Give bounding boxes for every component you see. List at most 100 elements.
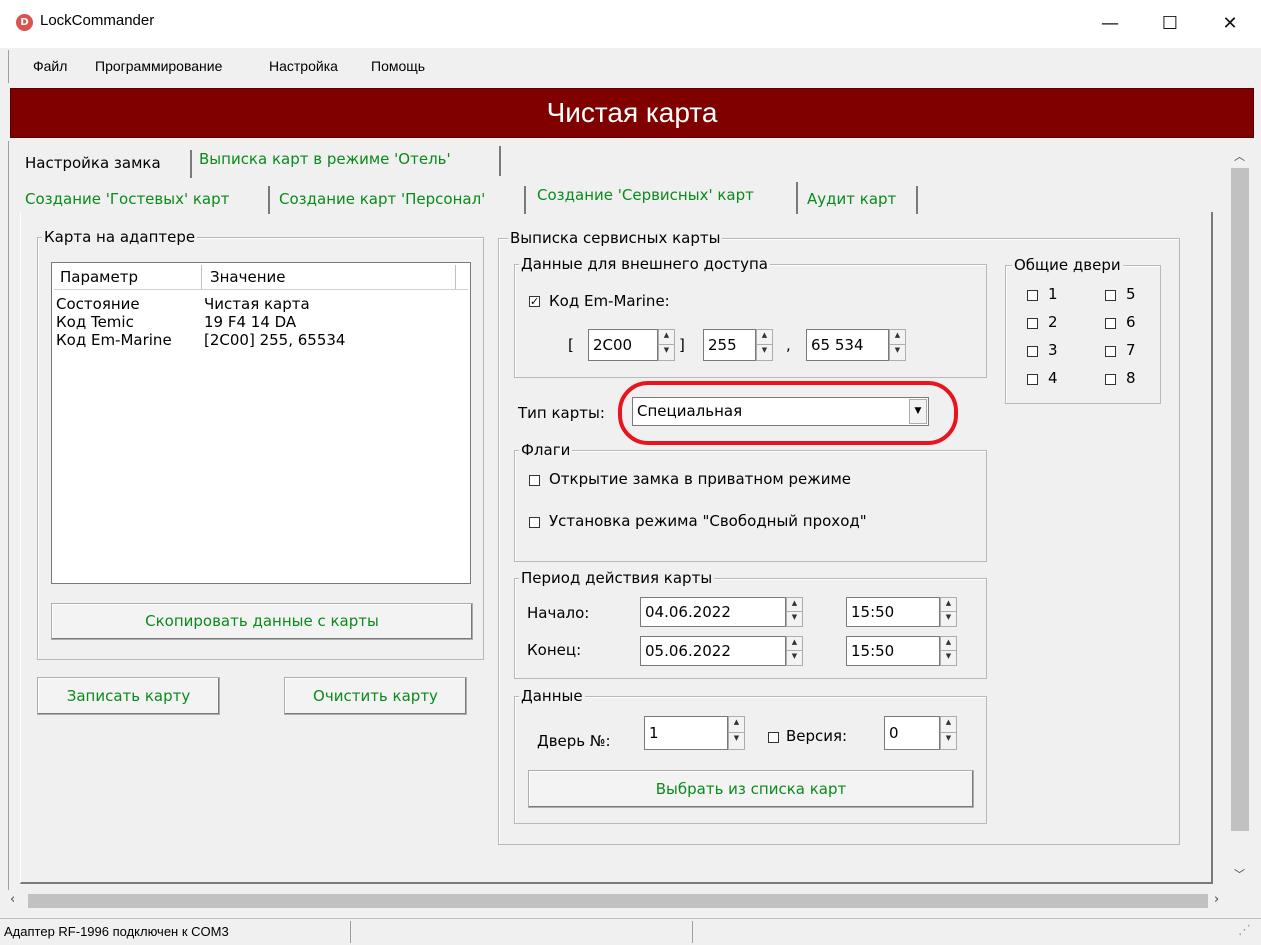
door-7-label: 7 (1126, 341, 1136, 359)
status-text: Адаптер RF-1996 подключен к COM3 (2, 921, 351, 943)
end-label: Конец: (527, 641, 582, 659)
list-item-value: 19 F4 14 DA (204, 313, 297, 331)
start-time-spinner[interactable]: ▲ ▼ (940, 597, 957, 627)
list-item: Код Temic (56, 313, 134, 331)
em-code-prefix-spinner[interactable]: ▲ ▼ (658, 329, 675, 361)
list-header: Параметр Значение (54, 265, 468, 290)
flags-group (514, 450, 987, 562)
copy-card-data-button[interactable]: Скопировать данные с карты (51, 603, 473, 640)
version-checkbox[interactable] (768, 732, 779, 743)
menu-settings[interactable]: Настройка (269, 58, 338, 74)
door-1-label: 1 (1048, 285, 1058, 303)
door-number-label: Дверь №: (537, 732, 611, 750)
select-from-card-list-button[interactable]: Выбрать из списка карт (528, 770, 974, 808)
door-5-label: 5 (1126, 285, 1136, 303)
list-item-value: [2C00] 255, 65534 (204, 331, 346, 349)
version-spinner[interactable]: ▲ ▼ (940, 716, 957, 750)
column-header-value[interactable]: Значение (204, 265, 456, 289)
door-3-checkbox[interactable] (1027, 346, 1038, 357)
tab-card-audit[interactable]: Аудит карт (802, 186, 918, 214)
status-banner: Чистая карта (10, 88, 1254, 138)
em-code-number-spinner[interactable]: ▲ ▼ (889, 329, 906, 361)
list-item: Состояние (56, 295, 140, 313)
status-cell-2 (354, 921, 693, 943)
private-mode-checkbox[interactable] (529, 475, 540, 486)
scroll-up-icon[interactable]: ︿ (1234, 148, 1245, 164)
door-2-label: 2 (1048, 313, 1058, 331)
card-on-adapter-label: Карта на адаптере (42, 228, 198, 246)
start-time-field[interactable]: 15:50 (846, 597, 940, 627)
clear-card-button[interactable]: Очистить карту (284, 677, 467, 715)
close-bracket: ] (679, 336, 685, 354)
door-6-checkbox[interactable] (1105, 318, 1116, 329)
scroll-left-icon[interactable]: ‹ (10, 892, 15, 907)
flags-label: Флаги (519, 441, 573, 459)
data-label: Данные (519, 687, 585, 705)
maximize-button[interactable]: ☐ (1140, 0, 1200, 48)
close-button[interactable]: ✕ (1200, 0, 1260, 48)
door-4-label: 4 (1048, 369, 1058, 387)
door-2-checkbox[interactable] (1027, 318, 1038, 329)
minimize-button[interactable]: — (1080, 0, 1140, 48)
door-8-checkbox[interactable] (1105, 374, 1116, 385)
door-6-label: 6 (1126, 313, 1136, 331)
status-bar: Адаптер RF-1996 подключен к COM3 ⋰ (0, 918, 1261, 945)
horizontal-scrollbar[interactable]: ‹ › (8, 890, 1228, 912)
em-code-facility-spinner[interactable]: ▲ ▼ (756, 329, 773, 361)
list-item-value: Чистая карта (204, 295, 310, 313)
start-date-field[interactable]: 04.06.2022 (640, 597, 786, 627)
door-1-checkbox[interactable] (1027, 290, 1038, 301)
tab-guest-cards[interactable]: Создание 'Гостевых' карт (20, 186, 270, 214)
tab-service-cards[interactable]: Создание 'Сервисных' карт (532, 182, 798, 214)
vertical-scrollbar[interactable]: ︿ ﹀ (1228, 148, 1252, 888)
em-marine-checkbox[interactable]: ✓ (529, 296, 540, 307)
h-scroll-thumb[interactable] (28, 894, 1208, 908)
tab-staff-cards[interactable]: Создание карт 'Персонал' (274, 186, 526, 214)
common-doors-label: Общие двери (1012, 256, 1123, 274)
scroll-thumb[interactable] (1231, 168, 1249, 831)
scroll-down-icon[interactable]: ﹀ (1234, 866, 1245, 882)
highlight-annotation (618, 381, 958, 445)
em-code-number-field[interactable]: 65 534 (806, 329, 889, 361)
title-bar: D LockCommander — ☐ ✕ (0, 0, 1261, 48)
em-code-facility-field[interactable]: 255 (703, 329, 756, 361)
end-time-field[interactable]: 15:50 (846, 636, 940, 666)
menu-file[interactable]: Файл (33, 58, 67, 74)
door-3-label: 3 (1048, 341, 1058, 359)
tab-lock-settings[interactable]: Настройка замка (20, 150, 192, 178)
door-7-checkbox[interactable] (1105, 346, 1116, 357)
list-item: Код Em-Marine (56, 331, 172, 349)
start-date-spinner[interactable]: ▲ ▼ (786, 597, 803, 627)
menu-help[interactable]: Помощь (371, 58, 425, 74)
door-number-spinner[interactable]: ▲ ▼ (728, 716, 745, 750)
start-label: Начало: (527, 604, 590, 622)
write-card-button[interactable]: Записать карту (37, 677, 220, 715)
card-params-list[interactable]: Параметр Значение Состояние Чистая карта… (51, 262, 471, 584)
em-code-prefix-field[interactable]: 2C00 (588, 329, 658, 361)
tab-hotel-cards[interactable]: Выписка карт в режиме 'Отель' (194, 146, 501, 176)
end-time-spinner[interactable]: ▲ ▼ (940, 636, 957, 666)
resize-grip-icon[interactable]: ⋰ (1238, 923, 1251, 938)
menu-programming[interactable]: Программирование (95, 58, 222, 74)
scroll-right-icon[interactable]: › (1214, 892, 1219, 907)
end-date-field[interactable]: 05.06.2022 (640, 636, 786, 666)
door-5-checkbox[interactable] (1105, 290, 1116, 301)
column-header-param[interactable]: Параметр (54, 265, 202, 289)
private-mode-label: Открытие замка в приватном режиме (549, 470, 852, 488)
free-pass-checkbox[interactable] (529, 517, 540, 528)
em-marine-label: Код Em-Marine: (549, 292, 670, 310)
app-icon: D (16, 14, 33, 31)
window-title: LockCommander (40, 12, 155, 29)
end-date-spinner[interactable]: ▲ ▼ (786, 636, 803, 666)
door-8-label: 8 (1126, 369, 1136, 387)
open-bracket: [ (568, 336, 574, 354)
version-label: Версия: (786, 727, 848, 745)
external-access-label: Данные для внешнего доступа (519, 255, 770, 273)
service-card-label: Выписка сервисных карты (508, 229, 723, 247)
version-field[interactable]: 0 (884, 716, 940, 750)
door-4-checkbox[interactable] (1027, 374, 1038, 385)
comma: , (786, 336, 791, 354)
door-number-field[interactable]: 1 (644, 716, 728, 750)
period-label: Период действия карты (519, 569, 715, 587)
free-pass-label: Установка режима "Свободный проход" (549, 512, 867, 530)
